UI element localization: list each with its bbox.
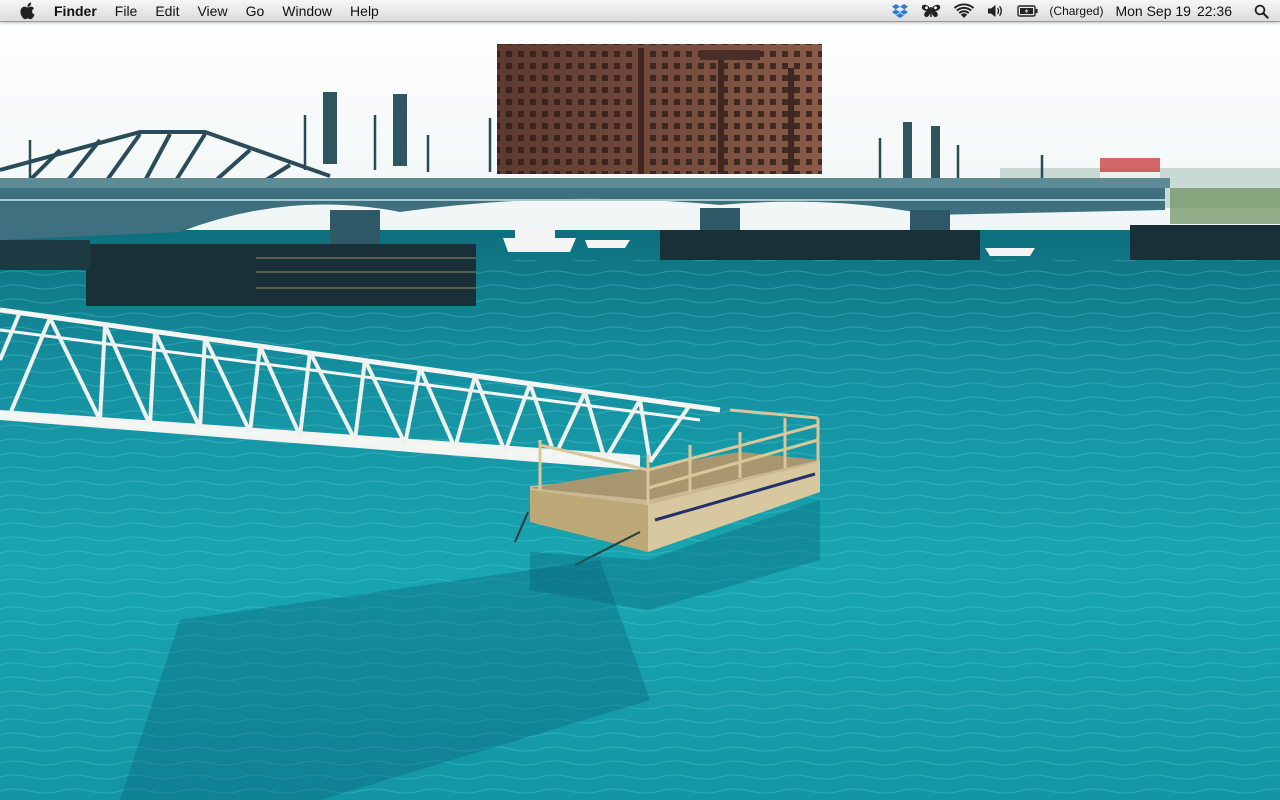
battery-status[interactable]: (Charged) xyxy=(1045,0,1107,22)
menu-bar-left: Finder File Edit View Go Window Help xyxy=(0,0,388,22)
menu-view[interactable]: View xyxy=(188,0,236,22)
volume-icon[interactable] xyxy=(981,0,1011,22)
menu-edit[interactable]: Edit xyxy=(146,0,188,22)
apple-logo-icon[interactable] xyxy=(18,0,38,22)
menu-bar: Finder File Edit View Go Window Help (Ch… xyxy=(0,0,1280,22)
volume-icon-glyph xyxy=(988,5,1003,17)
search-icon[interactable] xyxy=(1246,0,1276,22)
clock-time: 22:36 xyxy=(1196,3,1232,19)
battery-icon-glyph xyxy=(1017,5,1039,17)
battery-icon[interactable] xyxy=(1011,0,1045,22)
butterfly-icon[interactable] xyxy=(915,0,947,22)
butterfly-icon-glyph xyxy=(922,4,941,18)
desktop[interactable]: Finder File Edit View Go Window Help (Ch… xyxy=(0,0,1280,800)
menu-window[interactable]: Window xyxy=(273,0,341,22)
desktop-wallpaper xyxy=(0,0,1280,800)
clock-date: Mon Sep 19 xyxy=(1115,3,1191,19)
menu-go[interactable]: Go xyxy=(237,0,274,22)
wifi-icon-glyph xyxy=(954,3,975,18)
apple-logo-icon-glyph xyxy=(20,2,35,19)
menu-bar-right: (Charged) Mon Sep 19 22:36 xyxy=(885,0,1280,22)
menu-file[interactable]: File xyxy=(106,0,147,22)
dropbox-icon[interactable] xyxy=(885,0,915,22)
search-icon-glyph xyxy=(1254,4,1269,19)
menu-help[interactable]: Help xyxy=(341,0,388,22)
dropbox-icon-glyph xyxy=(892,4,909,18)
wifi-icon[interactable] xyxy=(947,0,981,22)
menu-app-name[interactable]: Finder xyxy=(52,0,106,22)
menu-clock[interactable]: Mon Sep 19 22:36 xyxy=(1107,0,1246,22)
